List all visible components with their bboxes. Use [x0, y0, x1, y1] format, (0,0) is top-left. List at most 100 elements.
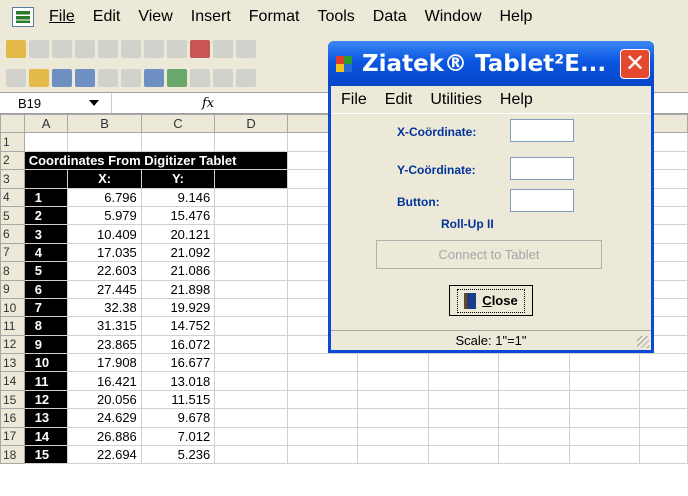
cell[interactable] [357, 408, 429, 428]
x-value-cell[interactable]: 31.315 [67, 316, 142, 336]
cell[interactable] [286, 426, 359, 447]
toolbar-icon[interactable] [190, 39, 210, 58]
point-index-cell[interactable]: 4 [23, 242, 69, 263]
toolbar-icon[interactable] [236, 39, 256, 58]
cell[interactable] [568, 408, 641, 428]
row-header[interactable]: 5 [0, 205, 25, 226]
row-header[interactable]: 3 [0, 169, 25, 189]
cell[interactable] [214, 334, 288, 355]
point-index-cell[interactable]: 3 [23, 224, 69, 244]
new-file-icon[interactable] [6, 68, 26, 87]
toolbar-icon[interactable] [75, 39, 95, 58]
cell[interactable] [286, 389, 359, 410]
row-header[interactable]: 18 [0, 445, 25, 465]
cut-icon[interactable] [190, 68, 210, 87]
row-header[interactable]: 14 [0, 371, 25, 391]
point-index-cell[interactable]: 12 [23, 389, 69, 410]
point-index-cell[interactable]: 11 [23, 371, 69, 391]
cell[interactable] [214, 297, 288, 318]
x-value-cell[interactable]: 17.908 [67, 353, 142, 373]
x-value-cell[interactable]: 20.056 [67, 389, 142, 410]
row-header[interactable]: 8 [0, 261, 25, 281]
cell[interactable] [498, 353, 570, 373]
close-icon[interactable]: ✕ [620, 48, 650, 79]
open-icon[interactable] [6, 39, 26, 58]
cell[interactable] [568, 445, 641, 465]
permission-icon[interactable] [75, 68, 95, 87]
point-index-cell[interactable]: 1 [23, 187, 69, 207]
close-button[interactable]: Close [449, 285, 533, 316]
spelling-icon[interactable] [144, 68, 164, 87]
print-icon[interactable] [98, 68, 118, 87]
cell[interactable] [568, 353, 641, 373]
menu-tools[interactable]: Tools [308, 8, 363, 26]
y-value-cell[interactable]: 9.146 [140, 187, 216, 207]
toolbar-icon[interactable] [52, 39, 72, 58]
y-coordinate-field[interactable] [510, 157, 574, 180]
point-index-cell[interactable]: 15 [23, 445, 69, 465]
y-value-cell[interactable]: 7.012 [140, 426, 216, 447]
cell[interactable] [214, 279, 288, 299]
x-value-cell[interactable]: 10.409 [67, 224, 142, 244]
point-index-cell[interactable]: 10 [23, 353, 69, 373]
window-title-bar[interactable]: Ziatek® Tablet²E... ✕ [328, 41, 654, 86]
cell[interactable] [498, 371, 570, 391]
dialog-menu-file[interactable]: File [331, 91, 375, 109]
x-value-cell[interactable]: 27.445 [67, 279, 142, 299]
column-header-A[interactable]: A [23, 113, 69, 134]
row-header[interactable]: 17 [0, 426, 25, 447]
cell[interactable] [568, 371, 641, 391]
cell[interactable] [568, 426, 641, 447]
x-value-cell[interactable]: 16.421 [67, 371, 142, 391]
save-icon[interactable] [52, 68, 72, 87]
menu-edit[interactable]: Edit [84, 8, 130, 26]
cell[interactable] [498, 408, 570, 428]
cell[interactable] [214, 224, 288, 244]
point-index-cell[interactable]: 5 [23, 261, 69, 281]
cell[interactable] [427, 353, 500, 373]
cell[interactable] [214, 445, 288, 465]
x-coordinate-field[interactable] [510, 119, 574, 142]
point-index-cell[interactable]: 9 [23, 334, 69, 355]
cell[interactable] [639, 389, 688, 410]
x-value-cell[interactable]: 26.886 [67, 426, 142, 447]
x-value-cell[interactable]: 5.979 [67, 205, 142, 226]
point-index-cell[interactable]: 6 [23, 279, 69, 299]
point-index-cell[interactable]: 8 [23, 316, 69, 336]
cell[interactable] [214, 316, 288, 336]
cell[interactable] [286, 408, 359, 428]
row-header[interactable]: 10 [0, 297, 25, 318]
point-index-cell[interactable]: 14 [23, 426, 69, 447]
row-header[interactable]: 13 [0, 353, 25, 373]
cell[interactable] [639, 371, 688, 391]
column-header-C[interactable]: C [140, 113, 216, 134]
row-header[interactable]: 11 [0, 316, 25, 336]
cell[interactable] [140, 132, 216, 152]
cell[interactable] [214, 389, 288, 410]
cell[interactable] [286, 353, 359, 373]
cell[interactable] [286, 445, 359, 465]
y-value-cell[interactable]: 21.086 [140, 261, 216, 281]
cell[interactable] [498, 389, 570, 410]
x-value-cell[interactable]: 23.865 [67, 334, 142, 355]
menu-window[interactable]: Window [416, 8, 491, 26]
chevron-down-icon[interactable] [89, 100, 99, 106]
toolbar-icon[interactable] [121, 39, 141, 58]
connect-to-tablet-button[interactable]: Connect to Tablet [376, 240, 602, 269]
cell[interactable] [357, 426, 429, 447]
cell[interactable] [214, 205, 288, 226]
row-header[interactable]: 15 [0, 389, 25, 410]
print-preview-icon[interactable] [121, 68, 141, 87]
row-header[interactable]: 16 [0, 408, 25, 428]
cell[interactable] [214, 408, 288, 428]
y-value-cell[interactable]: 11.515 [140, 389, 216, 410]
x-value-cell[interactable]: 17.035 [67, 242, 142, 263]
menu-format[interactable]: Format [240, 8, 309, 26]
cell[interactable] [427, 426, 500, 447]
cell[interactable] [214, 132, 288, 152]
y-value-cell[interactable]: 16.072 [140, 334, 216, 355]
open-folder-icon[interactable] [29, 68, 49, 87]
cell[interactable] [214, 242, 288, 263]
cell[interactable] [214, 353, 288, 373]
cell[interactable] [427, 389, 500, 410]
